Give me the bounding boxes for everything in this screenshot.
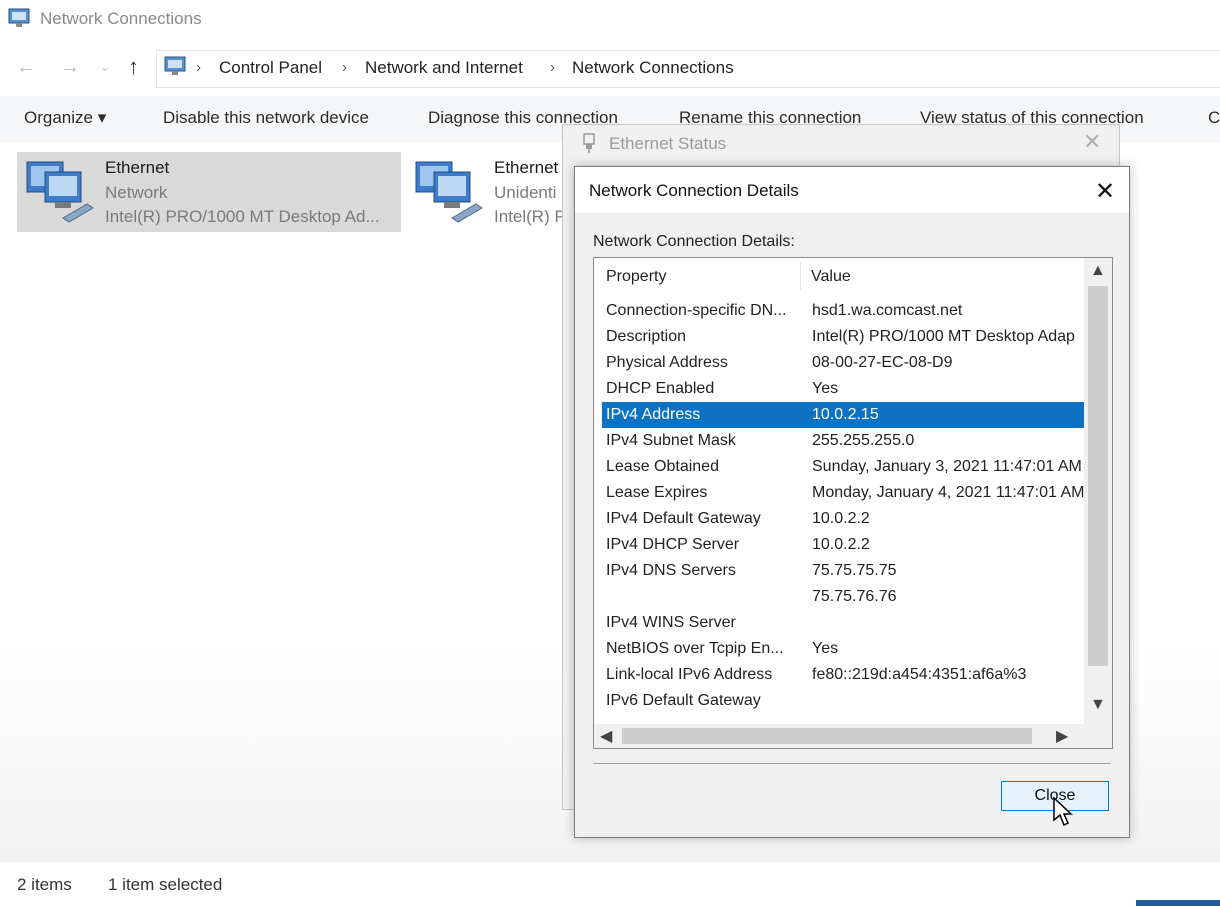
scroll-thumb[interactable] [622,728,1032,744]
chevron-right-icon: › [196,59,201,76]
row-property: Link-local IPv6 Address [606,666,773,683]
item-adapter: Intel(R) PRO/1000 MT Desktop Ad... [105,207,380,226]
row-property: IPv4 DHCP Server [606,536,740,553]
details-row[interactable]: Lease Obtained Sunday, January 3, 2021 11… [602,454,1084,480]
selection-count: 1 item selected [108,875,223,894]
row-value: 75.75.75.75 [812,562,897,579]
dialog-divider [593,763,1111,764]
row-value: 10.0.2.2 [812,536,870,553]
row-value: fe80::219d:a454:4351:af6a%3 [812,666,1027,683]
forward-icon[interactable]: → [60,56,80,79]
row-property: IPv4 WINS Server [606,614,736,631]
scroll-left-icon[interactable]: ◀ [600,726,612,746]
details-row[interactable]: IPv6 Default Gateway [602,688,1084,714]
row-value: 255.255.255.0 [812,432,915,449]
disable-device-button[interactable]: Disable this network device [163,108,369,128]
connection-item-ethernet-2[interactable]: Ethernet Unidenti Intel(R) P [406,152,566,232]
taskbar-edge [1136,900,1220,906]
scroll-up-icon[interactable]: ▲ [1090,262,1106,280]
scroll-thumb[interactable] [1088,286,1108,666]
mouse-pointer-icon [1053,796,1073,827]
organize-button[interactable]: Organize ▾ [24,108,106,128]
dialog-title-bar: Network Connection Details ✕ [575,167,1129,213]
item-adapter: Intel(R) P [494,207,566,226]
ethernet-plug-icon [583,133,595,153]
row-value: Monday, January 4, 2021 11:47:01 AM [812,484,1084,501]
details-row[interactable]: IPv4 DNS Servers 75.75.75.75 [602,558,1084,584]
network-connections-icon [8,8,30,27]
row-property: Lease Expires [606,484,708,501]
scroll-right-icon[interactable]: ▶ [1056,726,1068,746]
window-title: Network Connections [40,9,202,28]
vertical-scrollbar[interactable]: ▲ ▼ [1084,258,1112,724]
breadcrumb-network-connections[interactable]: Network Connections [572,58,734,78]
details-row[interactable]: Description Intel(R) PRO/1000 MT Desktop … [602,324,1084,350]
item-count: 2 items [17,875,72,894]
breadcrumb-control-panel[interactable]: Control Panel [219,58,322,78]
row-property: IPv6 Default Gateway [606,692,761,709]
dialog-title: Network Connection Details [589,181,799,200]
network-connection-details-dialog: Network Connection Details ✕ Network Con… [574,166,1130,838]
up-icon[interactable]: ↑ [128,54,139,80]
details-list[interactable]: Property Value Connection-specific DN...… [593,257,1113,749]
close-icon[interactable]: ✕ [1083,129,1101,155]
column-divider[interactable] [800,262,801,290]
connection-item-ethernet-1[interactable]: Ethernet Network Intel(R) PRO/1000 MT De… [17,152,401,232]
breadcrumb-network-and-internet[interactable]: Network and Internet [365,58,523,78]
details-row[interactable]: DHCP Enabled Yes [602,376,1084,402]
row-property: DHCP Enabled [606,380,715,397]
row-property: Lease Obtained [606,458,719,475]
item-status: Unidenti [494,183,557,202]
column-header-property[interactable]: Property [606,268,666,286]
row-value: 75.75.76.76 [812,588,897,605]
row-property: Connection-specific DN... [606,302,787,319]
row-value: 10.0.2.15 [812,406,879,423]
network-adapter-icon [26,161,94,223]
item-name: Ethernet [105,158,170,177]
scroll-down-icon[interactable]: ▼ [1090,696,1106,714]
row-property: IPv4 Subnet Mask [606,432,736,449]
row-property: IPv4 DNS Servers [606,562,736,579]
item-status: Network [105,183,168,202]
row-property: Physical Address [606,354,728,371]
row-value: Yes [812,640,839,657]
recent-dropdown-icon[interactable]: ⌄ [100,60,110,74]
horizontal-scrollbar[interactable]: ◀ ▶ [594,724,1112,748]
row-value: Intel(R) PRO/1000 MT Desktop Adap [812,328,1075,345]
chevron-right-icon: › [550,59,555,76]
details-row[interactable]: IPv4 Subnet Mask 255.255.255.0 [602,428,1084,454]
row-value: hsd1.wa.comcast.net [812,302,963,319]
row-value: 08-00-27-EC-08-D9 [812,354,953,371]
details-row[interactable]: Lease Expires Monday, January 4, 2021 11:… [602,480,1084,506]
dialog-title: Ethernet Status [609,134,727,153]
row-property: IPv4 Address [606,406,701,423]
details-row[interactable]: IPv4 WINS Server [602,610,1084,636]
details-caption: Network Connection Details: [593,233,795,250]
row-value: Yes [812,380,839,397]
details-row[interactable]: IPv4 Default Gateway 10.0.2.2 [602,506,1084,532]
row-property: Description [606,328,687,345]
address-network-icon [164,56,186,75]
details-row[interactable]: 75.75.76.76 [602,584,1084,610]
more-commands-button[interactable]: C [1208,108,1220,128]
details-row[interactable]: Connection-specific DN... hsd1.wa.comcast… [602,298,1084,324]
row-value: Sunday, January 3, 2021 11:47:01 AM [812,458,1082,475]
details-row[interactable]: Physical Address 08-00-27-EC-08-D9 [602,350,1084,376]
details-row[interactable]: IPv4 Address 10.0.2.15 [602,402,1084,428]
title-bar: Network Connections [0,0,1220,40]
close-icon[interactable]: ✕ [1095,177,1115,206]
item-name: Ethernet [494,158,559,177]
row-property: NetBIOS over Tcpip En... [606,640,784,657]
network-adapter-icon [415,161,483,223]
row-property: IPv4 Default Gateway [606,510,761,527]
column-header-value[interactable]: Value [811,268,851,286]
details-row[interactable]: NetBIOS over Tcpip En... Yes [602,636,1084,662]
back-icon[interactable]: ← [16,56,36,79]
details-row[interactable]: Link-local IPv6 Address fe80::219d:a454:4… [602,662,1084,688]
row-value: 10.0.2.2 [812,510,870,527]
chevron-right-icon: › [342,59,347,76]
details-row[interactable]: IPv4 DHCP Server 10.0.2.2 [602,532,1084,558]
